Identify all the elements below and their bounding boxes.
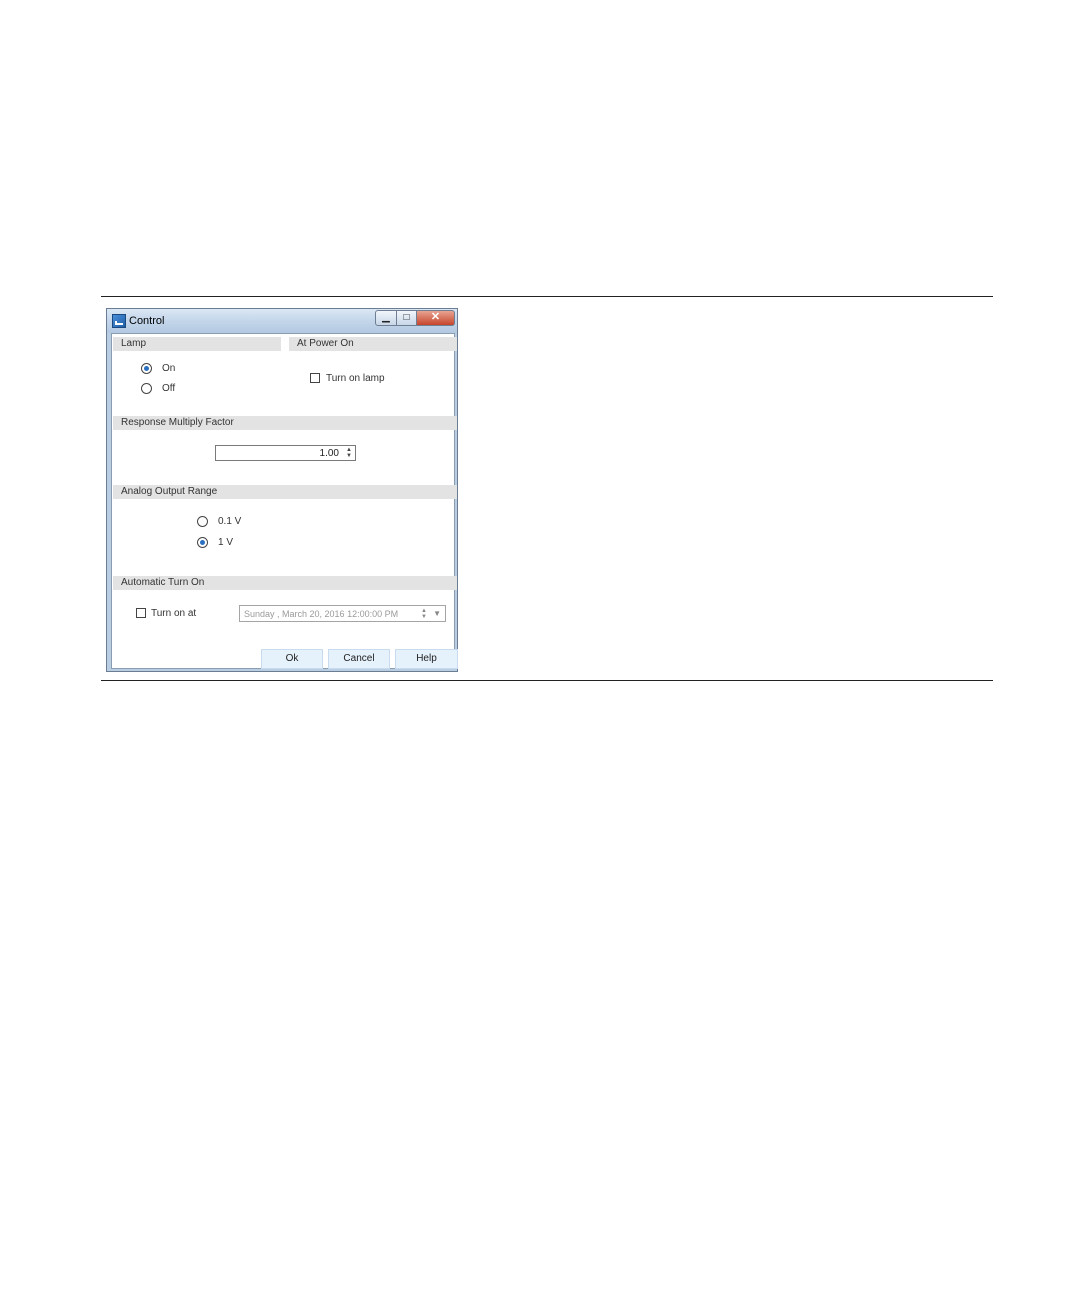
analog-1v-label: 1 V <box>218 537 234 548</box>
dialog-content: Lamp On Off At Power On Turn on lamp Res… <box>111 333 458 669</box>
cancel-button[interactable]: Cancel <box>328 649 390 669</box>
response-section-header: Response Multiply Factor <box>113 416 457 430</box>
window-controls: ▁ □ ✕ <box>375 310 455 326</box>
close-button[interactable]: ✕ <box>417 310 455 326</box>
lamp-off-radio[interactable] <box>141 383 152 394</box>
analog-section-header: Analog Output Range <box>113 485 457 499</box>
analog-1v-radio[interactable] <box>197 537 208 548</box>
turn-on-at-checkbox[interactable] <box>136 608 146 618</box>
help-button[interactable]: Help <box>395 649 458 669</box>
turn-on-lamp-checkbox[interactable] <box>310 373 320 383</box>
analog-01v-label: 0.1 V <box>218 516 242 527</box>
top-divider <box>101 296 993 297</box>
power-on-section-header: At Power On <box>289 337 457 351</box>
datetime-spin-icon[interactable]: ▲ ▼ <box>421 608 427 620</box>
turn-on-datetime-picker[interactable]: Sunday , March 20, 2016 12:00:00 PM ▲ ▼ ▼ <box>239 605 446 622</box>
lamp-on-label: On <box>162 363 176 374</box>
app-icon <box>112 314 126 328</box>
control-dialog: Control ▁ □ ✕ Lamp On Off At Power On Tu… <box>106 308 458 672</box>
lamp-section-header: Lamp <box>113 337 281 351</box>
title-bar[interactable]: Control ▁ □ ✕ <box>107 309 457 333</box>
minimize-button[interactable]: ▁ <box>375 310 397 326</box>
lamp-on-radio[interactable] <box>141 363 152 374</box>
datetime-value: Sunday , March 20, 2016 12:00:00 PM <box>244 609 399 619</box>
spin-arrows-icon[interactable]: ▲ ▼ <box>346 447 352 459</box>
window-title: Control <box>129 315 165 327</box>
response-factor-spinbox[interactable]: 1.00 ▲ ▼ <box>215 445 356 461</box>
auto-turn-on-section-header: Automatic Turn On <box>113 576 457 590</box>
analog-01v-radio[interactable] <box>197 516 208 527</box>
ok-button[interactable]: Ok <box>261 649 323 669</box>
turn-on-at-label: Turn on at <box>151 608 197 619</box>
bottom-divider <box>101 680 993 681</box>
turn-on-lamp-label: Turn on lamp <box>326 373 385 384</box>
lamp-off-label: Off <box>162 383 176 394</box>
maximize-button[interactable]: □ <box>397 310 417 326</box>
chevron-down-icon[interactable]: ▼ <box>433 609 441 618</box>
response-factor-value: 1.00 <box>319 448 339 459</box>
